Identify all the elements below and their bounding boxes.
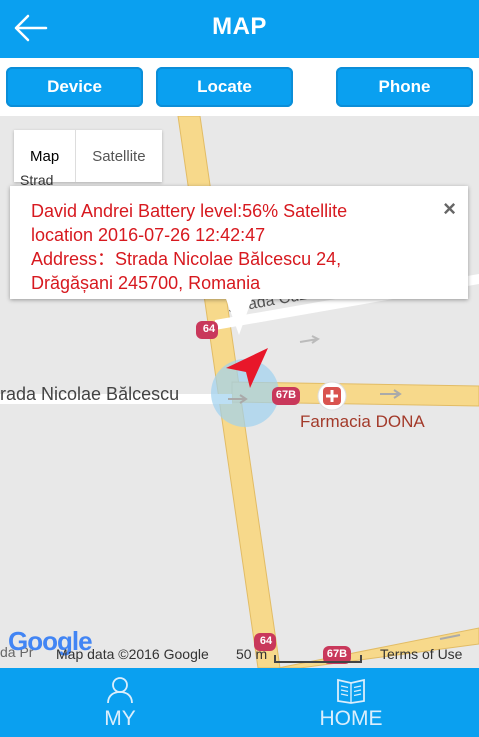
tab-home-label: HOME [319,707,383,730]
popup-line-2: location 2016-07-26 12:42:47 [31,225,266,245]
route-64-label: 64 [202,323,216,335]
popup-line-1: David Andrei Battery level:56% Satellite [31,201,348,221]
popup-pointer [226,299,252,335]
map-scale-bar [274,655,362,663]
phone-button[interactable]: Phone [336,67,473,107]
bottom-tab-bar: MY HOME [0,668,479,737]
locate-button[interactable]: Locate [156,67,293,107]
tab-my-label: MY [104,707,136,730]
user-icon [107,677,133,704]
terms-of-use-link[interactable]: Terms of Use [380,646,462,662]
app-header: MAP [0,0,479,58]
page-title: MAP [212,13,267,40]
popup-line-4: Drăgășani 245700, Romania [31,273,261,293]
map-label-street-balcescu: rada Nicolae Bălcescu [0,384,180,404]
tab-my[interactable]: MY [0,668,240,737]
map-label-pharmacy: Farmacia DONA [300,412,425,431]
route-67b-label: 67B [275,389,297,401]
close-icon[interactable]: × [443,196,456,222]
map-view[interactable]: Map Satellite Strad Strada Cuza V rada N… [0,116,479,668]
popup-text: David Andrei Battery level:56% Satellite… [31,199,431,295]
device-info-popup: David Andrei Battery level:56% Satellite… [10,186,468,299]
popup-line-3: Address：Strada Nicolae Bălcescu 24, [31,249,342,269]
device-button[interactable]: Device [6,67,143,107]
action-bar: Device Locate Phone [0,58,479,116]
book-icon [337,678,365,704]
map-attribution: Map data ©2016 Google [56,646,209,662]
map-scale-label: 50 m [236,646,268,662]
tab-home[interactable]: HOME [231,668,471,737]
map-type-satellite[interactable]: Satellite [76,130,161,182]
